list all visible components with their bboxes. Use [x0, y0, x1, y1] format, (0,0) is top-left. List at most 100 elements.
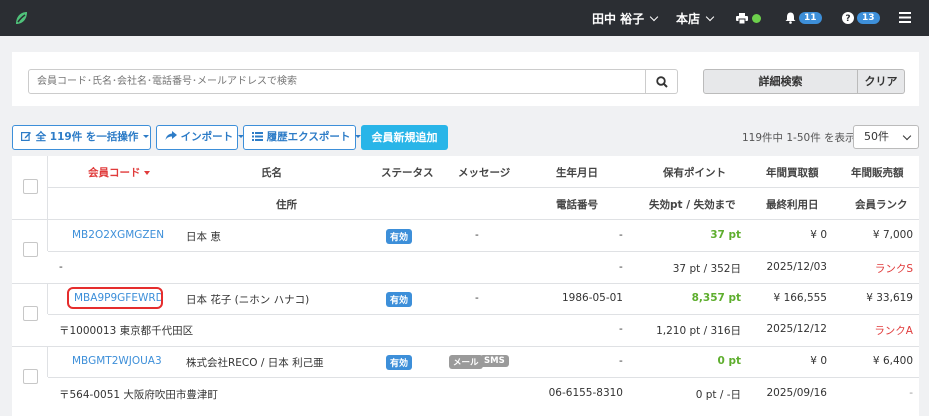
help-button[interactable]: ? 13: [842, 10, 880, 25]
bulk-action-button[interactable]: 全 119件 を一括操作: [12, 125, 151, 150]
annual-sales-value: ¥ 7,000: [872, 229, 913, 241]
address: -: [59, 261, 63, 273]
divider: [47, 156, 48, 219]
annual-buy-value: ¥ 0: [810, 355, 827, 367]
header-message: メッセージ: [458, 167, 511, 179]
points-value: 8,357 pt: [691, 292, 741, 304]
points-value: 37 pt: [710, 229, 741, 241]
select-all-checkbox[interactable]: [23, 179, 38, 194]
expiry-value: 1,210 pt / 316日: [656, 325, 741, 337]
bell-icon: [785, 12, 796, 24]
notifications-count-badge: 11: [799, 12, 822, 24]
points-value: 0 pt: [717, 355, 742, 367]
birth-date: -: [619, 229, 623, 241]
add-member-button[interactable]: 会員新規追加: [361, 125, 448, 150]
divider: [48, 314, 919, 315]
search-icon: [656, 76, 668, 88]
annual-sales-value: ¥ 6,400: [872, 355, 913, 367]
store-menu[interactable]: 本店: [676, 10, 715, 27]
phone: -: [619, 261, 623, 273]
address: 〒1000013 東京都千代田区: [59, 325, 194, 337]
expiry-value: 37 pt / 352日: [672, 263, 741, 275]
member-table: 会員コード 氏名 ステータス メッセージ 生年月日 保有ポイント 年間買取額 年…: [12, 156, 919, 416]
list-icon: [252, 131, 263, 141]
search-input[interactable]: [28, 69, 646, 94]
message-sms-badge: SMS: [480, 355, 509, 367]
app-logo-icon[interactable]: [12, 9, 30, 27]
chevron-down-icon: [902, 131, 912, 141]
per-page-value: 50件: [864, 130, 889, 143]
header-birth: 生年月日: [556, 167, 598, 179]
caret-down-icon: [143, 135, 150, 138]
member-rank: ランクS: [874, 263, 913, 275]
header-annual-sales: 年間販売額: [851, 167, 904, 179]
last-use-date: 2025/09/16: [766, 387, 827, 399]
header-address: 住所: [276, 199, 297, 211]
last-use-date: 2025/12/03: [766, 261, 827, 273]
clear-button[interactable]: クリア: [858, 69, 905, 94]
sort-member-code-header[interactable]: 会員コード: [88, 165, 150, 180]
annual-buy-value: ¥ 166,555: [773, 292, 827, 304]
user-menu[interactable]: 田中 裕子: [592, 10, 659, 27]
notifications-button[interactable]: 11: [785, 10, 822, 25]
header-rank: 会員ランク: [855, 199, 908, 211]
row-checkbox[interactable]: [23, 369, 38, 384]
message-email-badge: メール: [449, 355, 483, 369]
phone: 06-6155-8310: [548, 387, 623, 399]
member-name: 日本 花子 (ニホン ハナコ): [186, 294, 310, 306]
svg-text:?: ?: [845, 14, 850, 24]
chevron-down-icon: [705, 12, 715, 22]
member-rank: -: [909, 387, 913, 399]
export-history-label: 履歴エクスポート: [266, 131, 351, 143]
header-annual-buy: 年間買取額: [766, 167, 819, 179]
user-name: 田中 裕子: [592, 12, 645, 26]
status-badge: 有効: [386, 292, 413, 307]
divider: [47, 346, 48, 377]
share-arrow-icon: [165, 131, 177, 140]
bulk-action-label: 全 119件 を一括操作: [35, 131, 139, 143]
printer-icon: [736, 13, 748, 25]
export-history-button[interactable]: 履歴エクスポート: [243, 125, 362, 150]
import-button[interactable]: インポート: [156, 125, 245, 150]
birth-date: -: [619, 355, 623, 367]
expiry-value: 0 pt / -日: [695, 389, 741, 401]
question-circle-icon: ?: [842, 11, 854, 24]
address: 〒564-0051 大阪府吹田市豊津町: [59, 389, 218, 401]
last-use-date: 2025/12/12: [766, 323, 827, 335]
chevron-down-icon: [649, 12, 659, 22]
phone: -: [619, 323, 623, 335]
result-count: 119件中 1-50件 を表示: [742, 132, 856, 144]
hamburger-menu-icon[interactable]: [899, 12, 911, 23]
header-name: 氏名: [261, 167, 282, 179]
annual-buy-value: ¥ 0: [810, 229, 827, 241]
header-points: 保有ポイント: [663, 167, 726, 179]
message-value: -: [475, 292, 479, 304]
divider: [48, 377, 919, 378]
connection-status-dot: [752, 14, 761, 23]
detail-search-button[interactable]: 詳細検索: [703, 69, 858, 94]
birth-date: 1986-05-01: [561, 292, 623, 304]
divider: [12, 346, 919, 347]
divider: [47, 283, 48, 314]
edit-icon: [21, 132, 31, 142]
sort-desc-icon: [143, 171, 150, 175]
header-last-use: 最終利用日: [766, 199, 819, 211]
row-checkbox[interactable]: [23, 306, 38, 321]
row-checkbox[interactable]: [23, 242, 38, 257]
import-label: インポート: [180, 131, 234, 143]
status-badge: 有効: [386, 229, 413, 244]
divider: [48, 251, 919, 252]
search-button[interactable]: [646, 69, 678, 94]
status-badge: 有効: [386, 355, 413, 370]
per-page-select[interactable]: 50件: [853, 125, 919, 149]
header-phone: 電話番号: [556, 199, 598, 211]
printer-status[interactable]: [736, 11, 761, 25]
search-card: 詳細検索 クリア: [12, 52, 919, 106]
member-rank: ランクA: [874, 325, 913, 337]
member-name: 日本 恵: [186, 231, 221, 243]
member-code-link[interactable]: MB2O2XGMGZEN: [72, 229, 164, 241]
divider: [48, 187, 919, 188]
divider: [47, 219, 48, 251]
member-code-link[interactable]: MBGMT2WJOUA3: [72, 355, 162, 367]
highlight-box: [67, 287, 163, 309]
